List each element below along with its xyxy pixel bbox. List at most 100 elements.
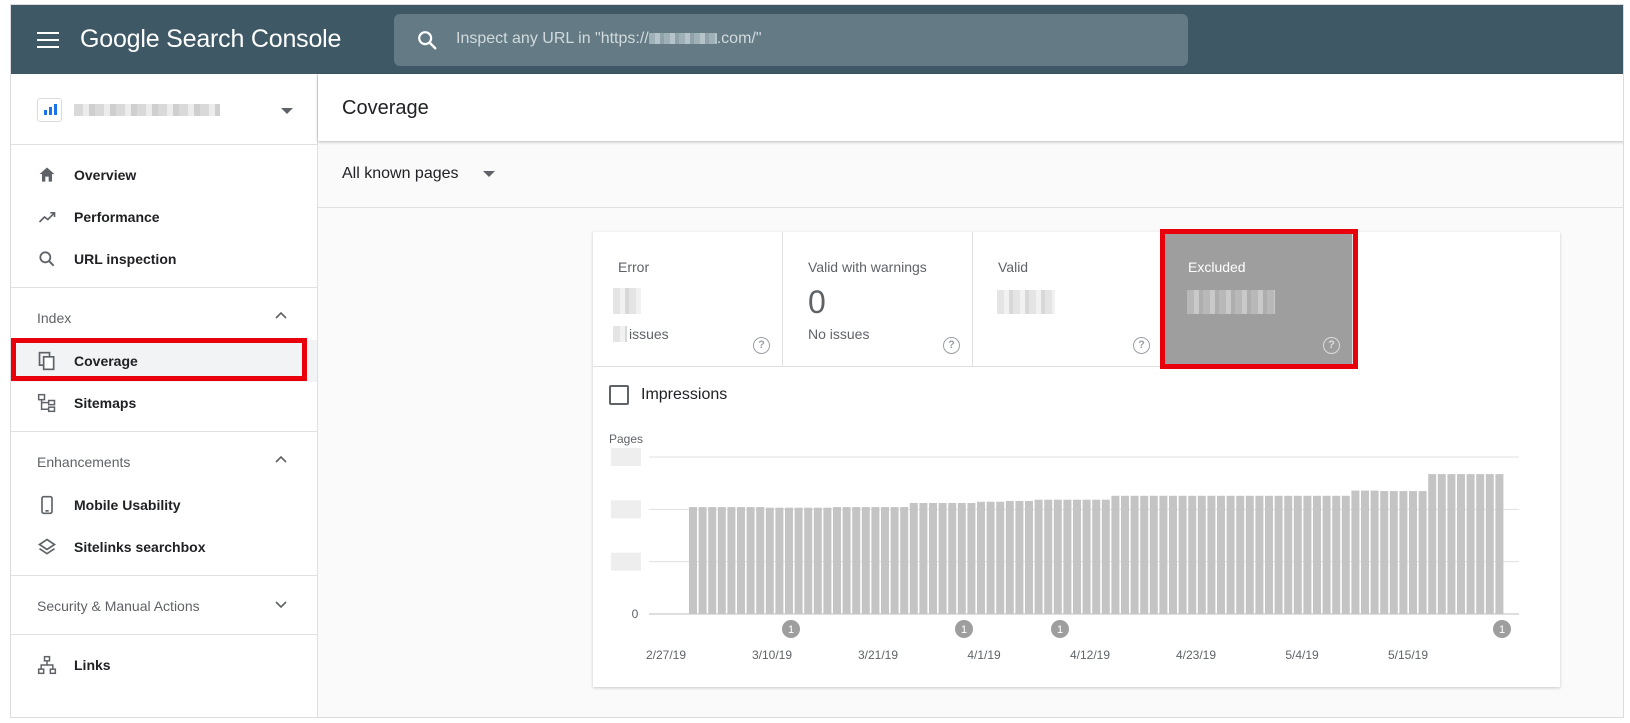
chart-bar	[1313, 495, 1321, 614]
sidebar-item-overview[interactable]: Overview	[11, 154, 317, 196]
chart-bar	[957, 503, 966, 614]
chart-bar	[1226, 495, 1235, 614]
tile-label: Valid with warnings	[808, 259, 927, 275]
sidebar-divider	[11, 431, 317, 432]
chart-bar	[823, 507, 832, 614]
chart-bar	[1293, 495, 1302, 614]
chart-bar	[756, 507, 765, 614]
help-icon[interactable]: ?	[943, 337, 960, 354]
chart-bar	[813, 507, 822, 614]
chart-bar	[1437, 474, 1446, 614]
x-tick-label: 4/1/19	[967, 648, 1001, 662]
tile-sub: No issues	[808, 326, 870, 342]
help-icon[interactable]: ?	[1133, 337, 1150, 354]
section-enhancements[interactable]: Enhancements	[11, 440, 317, 482]
chevron-down-icon	[281, 108, 293, 114]
chart-bar	[1111, 495, 1120, 614]
chevron-down-icon[interactable]	[483, 171, 495, 177]
top-app-bar: Google Search Console Inspect any URL in…	[11, 5, 1623, 74]
excluded-highlight-box	[1160, 229, 1358, 369]
chart-bar	[698, 507, 707, 614]
x-tick-label: 3/10/19	[752, 648, 792, 662]
chart-bar	[689, 507, 697, 614]
chart-bar	[1322, 495, 1331, 614]
chart-bar	[881, 507, 889, 614]
section-index[interactable]: Index	[11, 296, 317, 338]
impressions-checkbox[interactable]	[609, 385, 629, 405]
annotation-label: 1	[788, 624, 794, 636]
url-inspection-search[interactable]: Inspect any URL in "https://.com/"	[394, 14, 1188, 66]
app-brand[interactable]: Google Search Console	[80, 25, 341, 54]
sidebar-divider	[11, 634, 317, 635]
chart-bar	[1044, 499, 1053, 614]
chart-bar	[1053, 499, 1062, 614]
help-icon[interactable]: ?	[753, 337, 770, 354]
chart-bar	[785, 507, 793, 614]
chart-bar	[1073, 499, 1081, 614]
section-security-manual-actions[interactable]: Security & Manual Actions	[11, 584, 317, 626]
sidebar-item-url-inspection[interactable]: URL inspection	[11, 238, 317, 280]
sidebar-item-mobile-usability[interactable]: Mobile Usability	[11, 484, 317, 526]
chart-bar	[1351, 490, 1360, 614]
coverage-highlight-box	[11, 338, 307, 381]
sitemap-icon	[37, 393, 56, 413]
chart-bar	[1485, 474, 1494, 614]
chart-bar	[852, 507, 861, 614]
chart-bar	[1389, 491, 1398, 614]
chart-bar	[1466, 474, 1475, 614]
chart-bar	[708, 507, 717, 614]
phone-icon	[41, 495, 53, 515]
x-tick-label: 5/4/19	[1285, 648, 1319, 662]
chart-bar	[775, 507, 784, 614]
property-analytics-icon	[37, 98, 62, 122]
sidebar-item-label: Mobile Usability	[74, 497, 181, 513]
chart-bar	[938, 503, 947, 614]
pages-filter-dropdown[interactable]: All known pages	[342, 165, 459, 183]
chart-bar	[1284, 495, 1293, 614]
property-selector[interactable]	[11, 74, 317, 145]
tile-valid[interactable]: Valid ?	[973, 232, 1163, 367]
chart-bar	[1015, 500, 1024, 614]
chart-bar	[1495, 474, 1504, 614]
chart-bar	[967, 503, 976, 614]
x-tick-label: 4/23/19	[1176, 648, 1216, 662]
section-label: Index	[37, 310, 72, 326]
chart-bar	[900, 507, 909, 614]
chart-bar	[1140, 495, 1149, 614]
chevron-down-icon	[275, 601, 287, 609]
chart-bar	[717, 507, 726, 614]
app-window: Google Search Console Inspect any URL in…	[10, 4, 1624, 718]
chart-bar	[727, 507, 736, 614]
section-label: Security & Manual Actions	[37, 598, 200, 614]
chart-bar	[871, 507, 880, 614]
chart-bar	[1121, 495, 1129, 614]
chart-bar	[1092, 499, 1101, 614]
sidebar-item-label: URL inspection	[74, 251, 177, 267]
search-placeholder[interactable]: Inspect any URL in "https://.com/"	[456, 30, 762, 48]
chart-bar	[996, 501, 1005, 614]
sidebar-item-sitelinks-searchbox[interactable]: Sitelinks searchbox	[11, 526, 317, 568]
links-icon	[37, 655, 57, 675]
chart-bar	[1236, 495, 1245, 614]
sidebar-item-label: Sitemaps	[74, 395, 137, 411]
hamburger-menu-icon[interactable]	[37, 32, 59, 48]
impressions-label: Impressions	[641, 386, 728, 403]
chart-bar	[1399, 491, 1408, 614]
error-issues-redacted	[613, 326, 627, 342]
chart-bar	[1361, 490, 1369, 614]
sidebar-item-links[interactable]: Links	[11, 644, 317, 686]
chart-bar	[1476, 474, 1485, 614]
chart-bar	[804, 507, 813, 614]
search-icon	[39, 251, 55, 267]
tile-error[interactable]: Error issues ?	[593, 232, 783, 367]
chart-bar	[977, 501, 985, 614]
property-name-redacted	[74, 104, 220, 116]
coverage-card: Error issues ? Valid with warnings 0 No …	[593, 229, 1560, 687]
sidebar-item-sitemaps[interactable]: Sitemaps	[11, 382, 317, 424]
sidebar-item-label: Sitelinks searchbox	[74, 539, 206, 555]
chart-bar	[1178, 495, 1187, 614]
sidebar-item-label: Links	[74, 657, 111, 673]
sidebar-item-performance[interactable]: Performance	[11, 196, 317, 238]
tile-valid-with-warnings[interactable]: Valid with warnings 0 No issues ?	[783, 232, 973, 367]
chart-bar	[765, 507, 774, 614]
